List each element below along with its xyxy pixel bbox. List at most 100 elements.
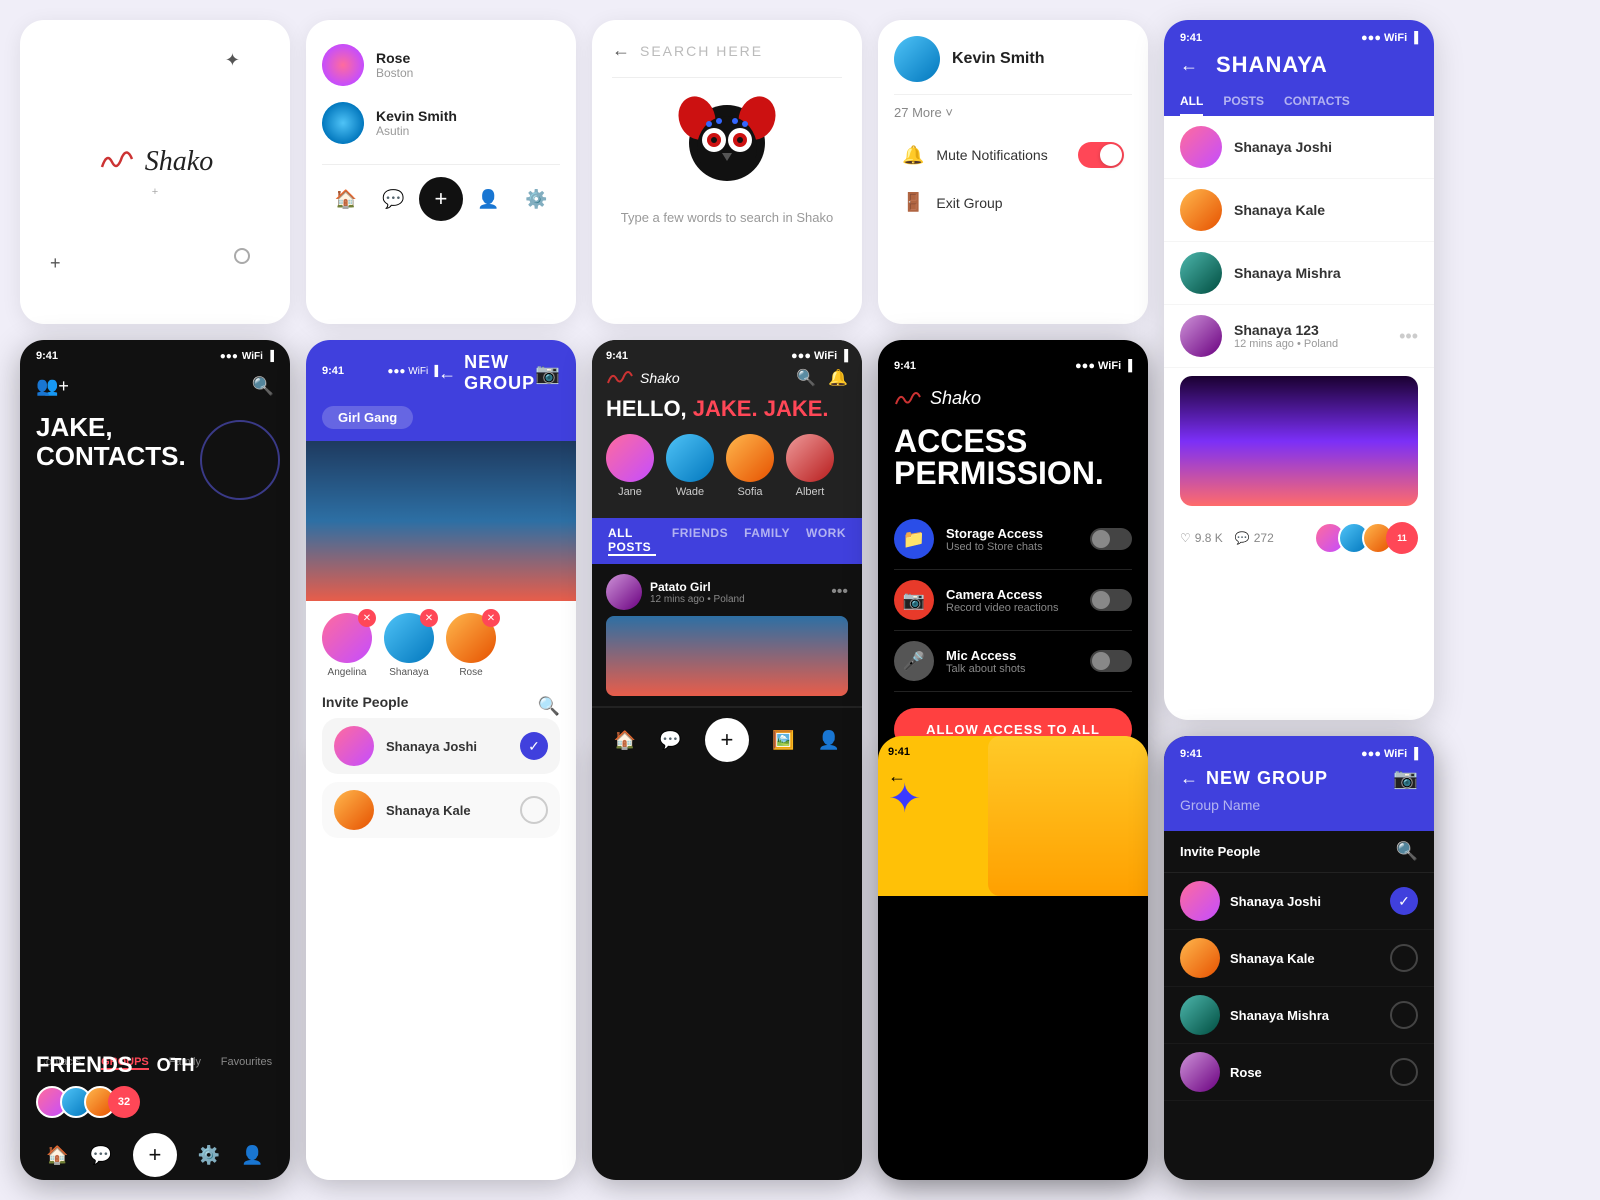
liked-by-avatars: 11 [1314, 522, 1418, 554]
check-shanaya-kale-empty[interactable] [520, 796, 548, 824]
mascot-svg [667, 88, 787, 188]
contact-name-rose: Rose [376, 50, 413, 66]
shanaya-kale-name: Shanaya Kale [386, 803, 471, 818]
ng-dark-shanaya-mishra[interactable]: Shanaya Mishra [1164, 987, 1434, 1044]
new-group-phone: 9:41 ●●● WiFi ▐ ← NEW GROUP 📷 Girl Gang [306, 340, 576, 1180]
tab-work[interactable]: Work [806, 526, 846, 556]
back-arrow-ng-dark[interactable]: ← [1180, 768, 1198, 789]
posts-section: Patato Girl 12 mins ago • Poland ••• [592, 564, 862, 707]
post-author-avatar [606, 574, 642, 610]
shanaya-mishra-item[interactable]: Shanaya Mishra [1164, 242, 1434, 305]
back-arrow-icon[interactable]: ← [612, 40, 630, 61]
bell-icon: 🔔 [902, 145, 924, 166]
tab-all-posts[interactable]: ALL POSTS [608, 526, 656, 556]
avatar-wade [666, 434, 714, 482]
kevin-more[interactable]: 27 More ˅ [894, 105, 1132, 120]
gallery-icon-hj[interactable]: 🖼️ [772, 730, 794, 751]
avatar-sm-dark [1180, 995, 1220, 1035]
invite-label: Invite People [322, 694, 408, 710]
profile-icon[interactable]: ⚙️ [514, 177, 558, 221]
shanaya-featured-image [1180, 376, 1418, 506]
mute-notifications-row[interactable]: 🔔 Mute Notifications [894, 130, 1132, 180]
kevin-smith-card: Kevin Smith 27 More ˅ 🔔 Mute Notificatio… [878, 20, 1148, 324]
shako-logo-access [894, 389, 922, 409]
shanaya-status-bar: 9:41 ●●● WiFi ▐ [1180, 32, 1418, 44]
friend-sofia[interactable]: Sofia [726, 434, 774, 498]
shanaya-header: 9:41 ●●● WiFi ▐ ← SHANAYA ALL Posts Cont… [1164, 20, 1434, 116]
shanaya-kale-item[interactable]: Shanaya Kale [1164, 179, 1434, 242]
remove-rose[interactable]: ✕ [482, 609, 500, 627]
invite-shanaya-joshi[interactable]: Shanaya Joshi ✓ [322, 718, 560, 774]
other-title-jake: OTH [157, 1055, 195, 1076]
friend-wade[interactable]: Wade [666, 434, 714, 498]
search-icon-invite[interactable]: 🔍 [538, 696, 560, 717]
shanaya-tabs: ALL Posts Contacts [1180, 86, 1418, 116]
more-icon-shanaya123[interactable]: ••• [1399, 326, 1418, 347]
likes-stat[interactable]: ♡ 9.8 K [1180, 531, 1223, 545]
check-sm-dark[interactable] [1390, 1001, 1418, 1029]
check-rose-dark[interactable] [1390, 1058, 1418, 1086]
home-icon-jake[interactable]: 🏠 [46, 1145, 68, 1166]
mic-toggle[interactable] [1090, 650, 1132, 672]
search-icon-jake[interactable]: 🔍 [252, 376, 274, 397]
ng-dark-shanaya-kale[interactable]: Shanaya Kale [1164, 930, 1434, 987]
ng-dark-shanaya-joshi[interactable]: Shanaya Joshi ✓ [1164, 873, 1434, 930]
shanaya-joshi-item[interactable]: Shanaya Joshi [1164, 116, 1434, 179]
avatar-shanaya-123-profile [1180, 315, 1222, 357]
friend-albert[interactable]: Albert [786, 434, 834, 498]
add-button-hj[interactable]: + [705, 718, 749, 762]
search-icon-top[interactable]: 🔍 [796, 368, 816, 388]
search-icon-ng-dark[interactable]: 🔍 [1396, 841, 1418, 862]
shanaya-tab-all[interactable]: ALL [1180, 94, 1203, 116]
camera-toggle[interactable] [1090, 589, 1132, 611]
chat-icon[interactable]: 💬 [371, 177, 415, 221]
back-arrow-new-group[interactable]: ← [438, 363, 456, 384]
jake-bottom-bar: 🏠 💬 + ⚙️ 👤 [20, 1130, 290, 1180]
profile-icon-hj[interactable]: 👤 [818, 730, 840, 751]
check-sk-dark[interactable] [1390, 944, 1418, 972]
home-icon[interactable]: 🏠 [324, 177, 368, 221]
invite-shanaya-kale[interactable]: Shanaya Kale [322, 782, 560, 838]
check-shanaya-joshi[interactable]: ✓ [520, 732, 548, 760]
contact-item-kevin[interactable]: Kevin Smith Asutin [322, 94, 560, 152]
jake-decoration-circle [200, 420, 280, 500]
shanaya-123-item[interactable]: Shanaya 123 12 mins ago • Poland ••• [1164, 305, 1434, 368]
remove-angelina[interactable]: ✕ [358, 609, 376, 627]
chat-icon-hj[interactable]: 💬 [659, 730, 681, 751]
home-icon-hj[interactable]: 🏠 [614, 730, 636, 751]
comment-icon: 💬 [1235, 531, 1250, 545]
shanaya-tab-contacts[interactable]: Contacts [1284, 94, 1350, 116]
person-icon[interactable]: 👤 [467, 177, 511, 221]
contact-item-rose[interactable]: Rose Boston [322, 36, 560, 94]
featured-image-bg [1180, 376, 1418, 506]
add-button-jake[interactable]: + [133, 1133, 177, 1177]
add-contact-icon[interactable]: 👥+ [36, 376, 69, 397]
storage-toggle[interactable] [1090, 528, 1132, 550]
ng-dark-rose[interactable]: Rose [1164, 1044, 1434, 1101]
post-more-icon[interactable]: ••• [831, 583, 848, 601]
camera-icon-ng-dark[interactable]: 📷 [1393, 766, 1418, 791]
tab-friends[interactable]: Friends [672, 526, 728, 556]
mute-toggle[interactable] [1078, 142, 1124, 168]
back-arrow-shanaya[interactable]: ← [1180, 55, 1198, 76]
tab-family[interactable]: Family [744, 526, 790, 556]
check-sj-dark[interactable]: ✓ [1390, 887, 1418, 915]
add-button[interactable]: + [419, 177, 463, 221]
sel-avatar-rose: ✕ Rose [446, 613, 496, 678]
search-bar[interactable]: ← SEARCH HERE [612, 40, 842, 78]
ng-dark-group-name[interactable]: Group Name [1180, 791, 1418, 819]
shanaya-tab-posts[interactable]: Posts [1223, 94, 1264, 116]
bell-icon-top[interactable]: 🔔 [828, 368, 848, 388]
avatar-sk-dark [1180, 938, 1220, 978]
post-author-info: Patato Girl 12 mins ago • Poland [650, 580, 745, 605]
comments-stat[interactable]: 💬 272 [1235, 531, 1274, 545]
ng-dark-title-text: NEW GROUP [1206, 768, 1328, 789]
friend-count: 32 [108, 1086, 140, 1118]
settings-icon-jake[interactable]: ⚙️ [198, 1145, 220, 1166]
camera-icon-ng[interactable]: 📷 [535, 361, 560, 386]
exit-group-row[interactable]: 🚪 Exit Group [894, 180, 1132, 225]
friend-jane[interactable]: Jane [606, 434, 654, 498]
chat-icon-jake[interactable]: 💬 [90, 1145, 112, 1166]
remove-shanaya[interactable]: ✕ [420, 609, 438, 627]
profile-icon-jake[interactable]: 👤 [241, 1145, 263, 1166]
